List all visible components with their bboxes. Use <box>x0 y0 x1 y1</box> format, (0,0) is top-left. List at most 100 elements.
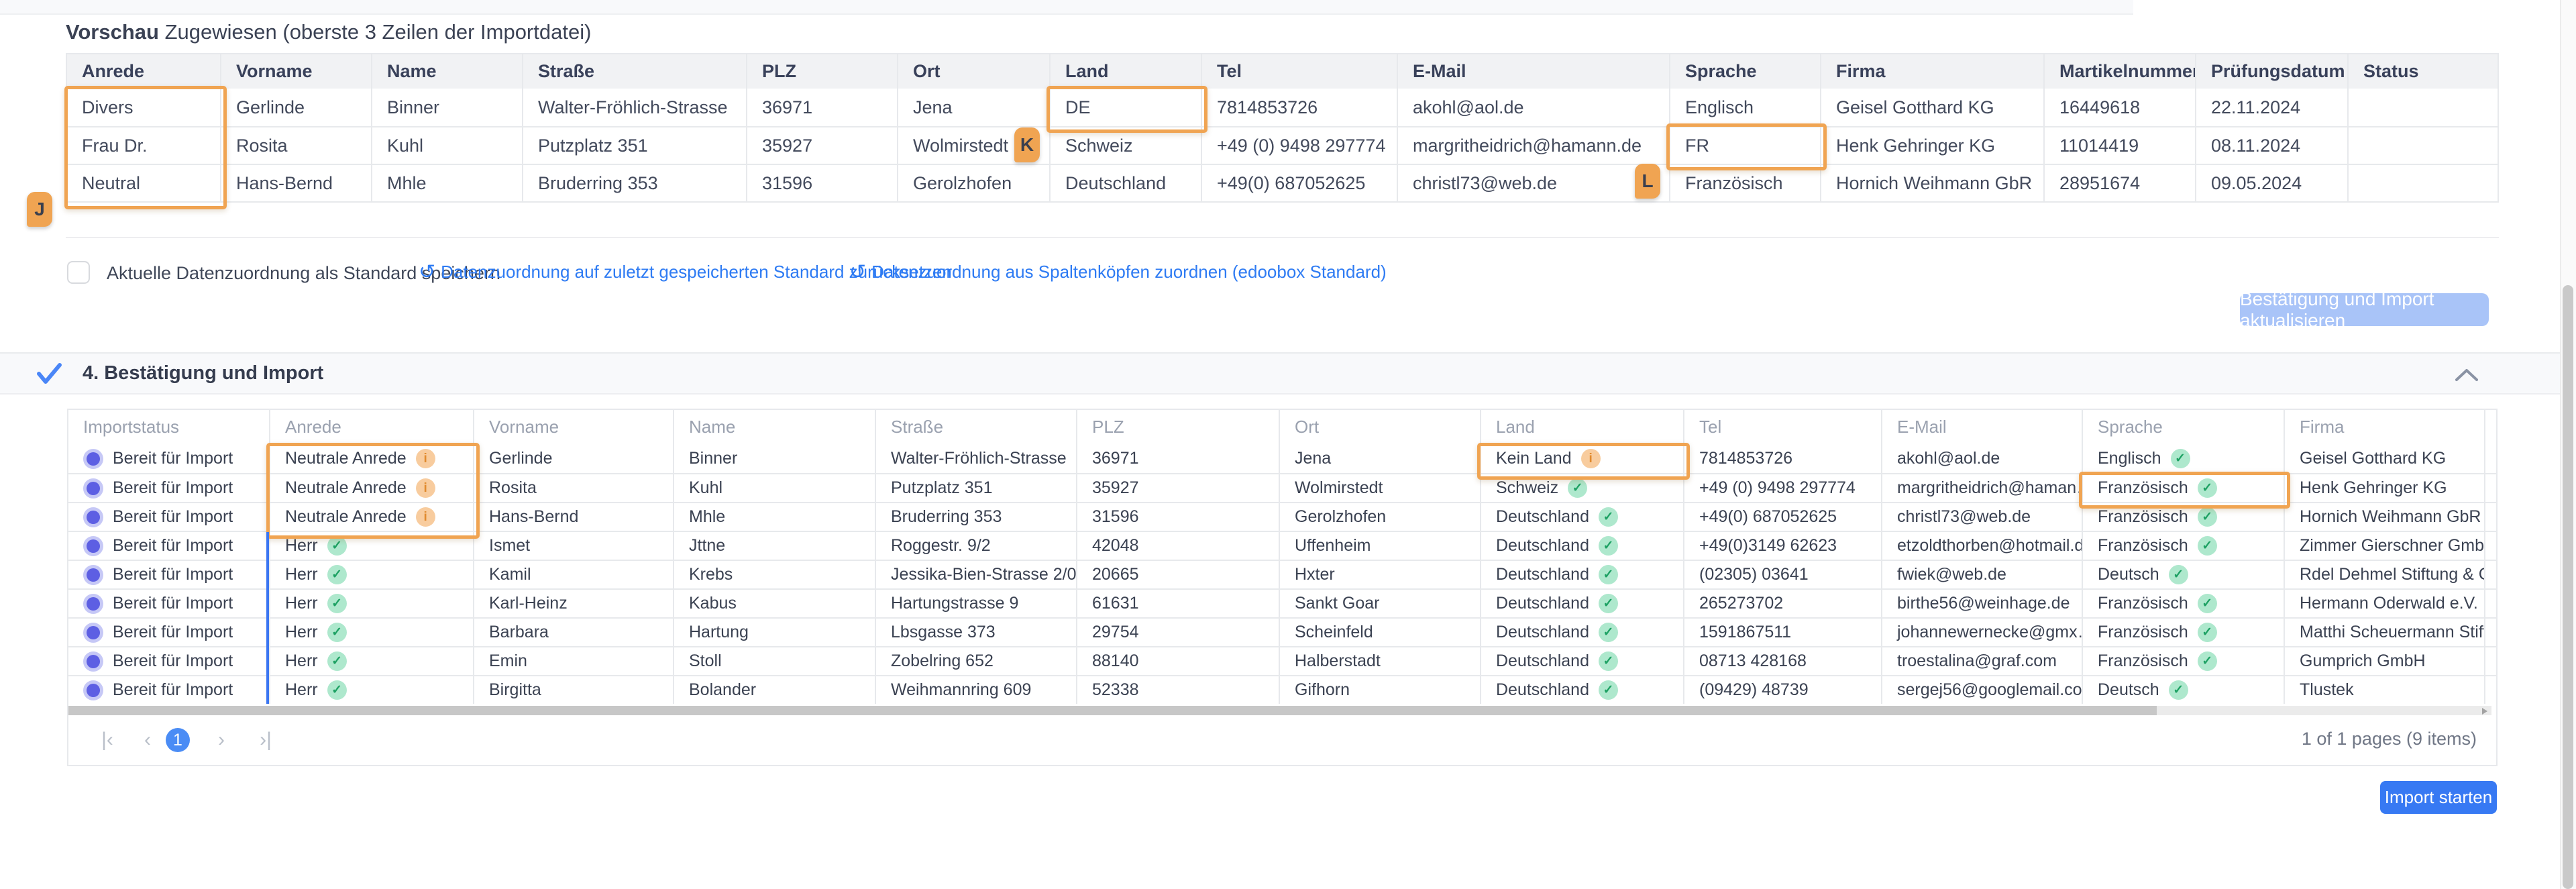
preview-cell: DE <box>1049 89 1201 126</box>
import-cell: Hartung <box>673 619 875 646</box>
import-cell: Jttne <box>673 532 875 560</box>
scroll-right-arrow-icon[interactable] <box>2482 708 2487 715</box>
import-grid-row: Bereit für ImportHerr✓IsmetJttneRoggestr… <box>68 531 2496 560</box>
import-cell-text: Halberstadt <box>1295 651 1381 671</box>
save-mapping-checkbox[interactable] <box>67 261 90 284</box>
preview-cell: 31596 <box>746 165 897 201</box>
import-cell: Emin <box>473 647 673 675</box>
preview-header-cell: Name <box>371 54 522 89</box>
import-status-cell: Bereit für Import <box>68 444 269 473</box>
start-import-button[interactable]: Import starten <box>2380 781 2497 814</box>
import-status-text: Bereit für Import <box>113 594 233 613</box>
import-cell: troestalina@graf.com <box>1881 647 2082 675</box>
import-cell-text: 29754 <box>1092 623 1139 642</box>
import-cell: 1591867511 <box>1683 619 1881 646</box>
preview-cell: Jena <box>897 89 1049 126</box>
import-cell-text: sergej56@googlemail.co… <box>1897 680 2082 700</box>
preview-cell: 08.11.2024 <box>2195 127 2347 164</box>
preview-cell: Putzplatz 351 <box>522 127 746 164</box>
import-cell: Englisch ✓ <box>2082 444 2284 473</box>
import-cell: Krebs <box>673 561 875 588</box>
update-confirmation-button[interactable]: Bestätigung und Import aktualisieren <box>2240 293 2489 326</box>
check-icon: ✓ <box>327 565 347 584</box>
import-cell: Wolmirstedt <box>1279 474 1480 502</box>
pager-last-page-button[interactable]: ›| <box>246 725 286 755</box>
import-status-dot-icon <box>83 623 103 643</box>
import-status-cell: Bereit für Import <box>68 532 269 560</box>
import-cell: Karl-Heinz <box>473 590 673 617</box>
import-cell-text: Binner <box>689 449 737 468</box>
import-cell-spacer <box>2484 676 2515 704</box>
import-cell: Schweiz✓ <box>1480 474 1683 502</box>
import-cell-text: Herr <box>285 536 318 556</box>
pager-next-page-button[interactable]: › <box>207 725 236 755</box>
check-icon: ✓ <box>327 651 347 671</box>
import-status-dot-icon <box>83 478 103 499</box>
import-header-cell: Importstatus <box>68 410 269 444</box>
import-cell: Uffenheim <box>1279 532 1480 560</box>
import-cell-text: Französisch <box>2098 623 2188 642</box>
vertical-scrollbar-thumb[interactable] <box>2563 285 2573 889</box>
check-icon: ✓ <box>2171 449 2190 468</box>
import-cell-text: johannewernecke@gmx… <box>1897 623 2082 642</box>
import-cell-text: Bolander <box>689 680 756 700</box>
import-header-cell: Sprache <box>2082 410 2284 444</box>
import-cell-text: Gerlinde <box>489 449 553 468</box>
preview-cell: 36971 <box>746 89 897 126</box>
preview-cell: Rosita <box>220 127 371 164</box>
import-cell: Deutschland✓ <box>1480 561 1683 588</box>
import-cell: Französisch✓ <box>2082 590 2284 617</box>
import-cell: Putzplatz 351 <box>875 474 1076 502</box>
preview-cell: Hans-Bernd <box>220 165 371 201</box>
preview-header-cell: Ort <box>897 54 1049 89</box>
import-cell: Tlustek <box>2284 676 2484 704</box>
import-cell-text: 7814853726 <box>1699 449 1792 468</box>
import-cell: Hartungstrasse 9 <box>875 590 1076 617</box>
import-header-cell-spacer <box>2484 410 2515 444</box>
import-cell-spacer <box>2484 647 2515 675</box>
preview-cell <box>2347 127 2498 164</box>
import-cell: Roggestr. 9/2 <box>875 532 1076 560</box>
horizontal-scrollbar-thumb[interactable] <box>68 706 2157 715</box>
import-cell-text: akohl@aol.de <box>1897 449 2000 468</box>
import-cell: Neutrale Anredei <box>269 474 473 502</box>
import-cell-text: Uffenheim <box>1295 536 1371 556</box>
import-header-cell: E-Mail <box>1881 410 2082 444</box>
import-status-dot-icon <box>83 651 103 672</box>
import-cell: Kamil <box>473 561 673 588</box>
preview-header-cell: Straße <box>522 54 746 89</box>
import-cell: Französisch✓ <box>2082 532 2284 560</box>
import-status-cell: Bereit für Import <box>68 619 269 646</box>
import-status-cell: Bereit für Import <box>68 503 269 531</box>
import-cell: Neutrale Anredei <box>269 444 473 473</box>
import-status-text: Bereit für Import <box>113 507 233 527</box>
check-icon: ✓ <box>327 623 347 642</box>
section-header-confirmation-import[interactable]: 4. Bestätigung und Import <box>0 352 2560 395</box>
annotation-badge-j: J <box>27 192 52 227</box>
pager-current-page[interactable]: 1 <box>166 728 190 752</box>
import-cell-text: 35927 <box>1092 478 1139 498</box>
import-cell: Französisch✓ <box>2082 474 2284 502</box>
import-grid-row: Bereit für ImportHerr✓EminStollZobelring… <box>68 646 2496 675</box>
import-cell: Bruderring 353 <box>875 503 1076 531</box>
check-icon: ✓ <box>1599 594 1618 613</box>
import-cell-text: Jessika-Bien-Strasse 2/0 <box>891 565 1076 584</box>
preview-cell: Hornich Weihmann GbR <box>1820 165 2043 201</box>
import-cell: Geisel Gotthard KG <box>2284 444 2484 473</box>
preview-cell: Neutral <box>67 165 220 201</box>
import-cell-text: (02305) 03641 <box>1699 565 1809 584</box>
import-grid-row: Bereit für ImportHerr✓BirgittaBolanderWe… <box>68 675 2496 704</box>
chevron-up-icon[interactable] <box>2454 367 2479 383</box>
preview-cell: 11014419 <box>2043 127 2195 164</box>
import-cell-text: Kein Land <box>1496 449 1572 468</box>
map-from-headers-link[interactable]: ↺ Datenzuordnung aus Spaltenköpfen zuord… <box>849 262 1387 282</box>
import-cell: Stoll <box>673 647 875 675</box>
import-cell: Herr✓ <box>269 619 473 646</box>
import-cell-text: Englisch <box>2098 449 2161 468</box>
import-cell-text: Lbsgasse 373 <box>891 623 996 642</box>
import-cell: +49(0) 687052625 <box>1683 503 1881 531</box>
pager-previous-page-button[interactable]: ‹ <box>133 725 162 755</box>
preview-header-cell: Vorname <box>220 54 371 89</box>
pager-first-page-button[interactable]: |‹ <box>87 725 127 755</box>
preview-cell: 28951674 <box>2043 165 2195 201</box>
